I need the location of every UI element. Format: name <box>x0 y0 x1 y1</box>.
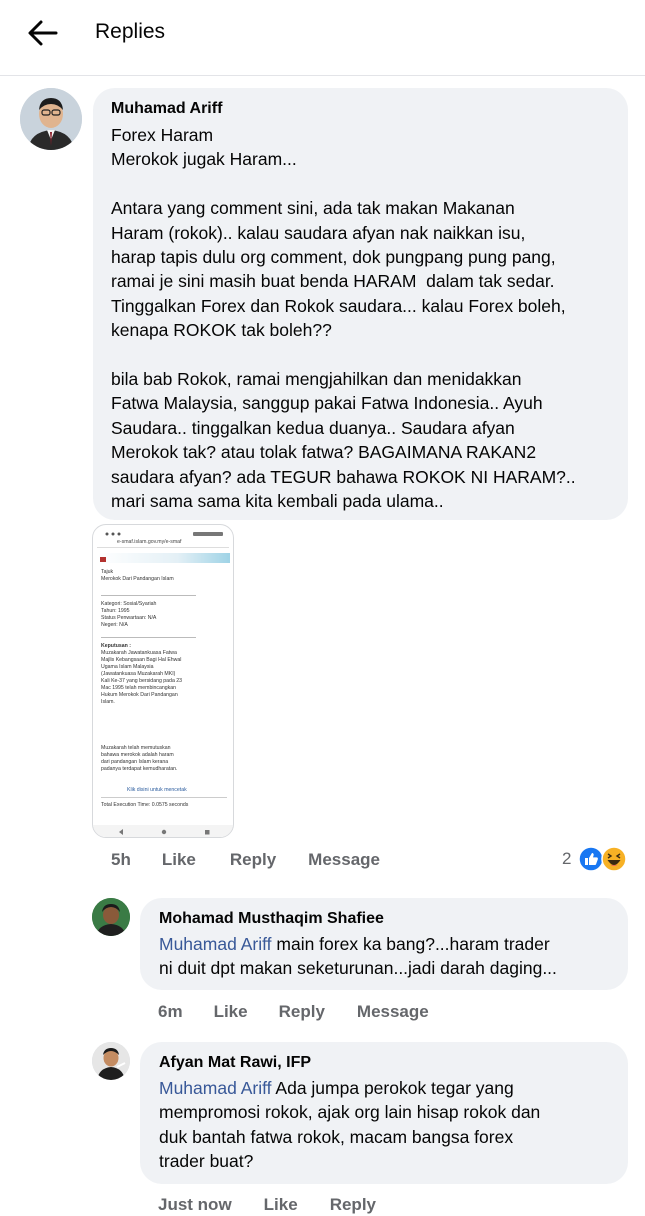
comment-line: Forex Haram <box>111 125 214 145</box>
keputusan-line: (Jawatankuasa Muzakarah MKI) <box>101 671 176 677</box>
reply-button[interactable]: Reply <box>230 850 276 870</box>
avatar[interactable] <box>20 88 82 150</box>
reply-author[interactable]: Afyan Mat Rawi, IFP <box>159 1053 610 1073</box>
reply-bubble: Mohamad Musthaqim Shafiee Muhamad Ariff … <box>140 898 628 990</box>
comment-line: Tinggalkan Forex dan Rokok saudara... ka… <box>111 295 566 316</box>
keputusan-line: Ugama Islam Malaysia <box>101 664 154 670</box>
back-button[interactable] <box>22 16 62 52</box>
reply-button[interactable]: Reply <box>330 1195 376 1215</box>
keputusan-line: Hukum Merokok Dari Pandangan <box>101 692 178 698</box>
like-button[interactable]: Like <box>162 850 196 870</box>
meta-line: Kategori: Sosial/Syariah <box>101 601 157 607</box>
message-button[interactable]: Message <box>308 850 380 870</box>
avatar[interactable] <box>92 898 130 936</box>
comment-time: 5h <box>111 850 131 869</box>
reply-button[interactable]: Reply <box>279 1002 325 1022</box>
url-text: e-smaf.islam.gov.my/e-smaf <box>117 539 182 545</box>
reaction-count: 2 <box>562 849 572 868</box>
comment-author[interactable]: Muhamad Ariff <box>111 99 611 119</box>
tajuk-label: Tajuk <box>101 569 114 575</box>
reply-text: Muhamad Ariff Ada jumpa perokok tegar ya… <box>159 1076 610 1174</box>
comment-bubble: Muhamad Ariff Forex Haram Merokok jugak … <box>93 88 628 520</box>
reply-line: mempromosi rokok, ajak org lain hisap ro… <box>159 1102 541 1123</box>
message-button[interactable]: Message <box>357 1002 429 1022</box>
comment-line: Merokok tak? atau tolak fatwa? BAGAIMANA… <box>111 442 537 463</box>
like-button[interactable]: Like <box>214 1002 248 1022</box>
site-logo-icon <box>100 557 106 562</box>
keputusan-line: Majlis Kebangsaan Bagi Hal Ehwal <box>101 657 182 663</box>
decision-line: padanya terdapat kemudharatan. <box>101 766 178 772</box>
browser-url-bar: e-smaf.islam.gov.my/e-smaf <box>97 537 229 548</box>
reply-time: 6m <box>158 1002 183 1021</box>
reply-actions: Just now Like Reply <box>158 1195 376 1215</box>
back-arrow-icon <box>28 20 58 46</box>
comment-line: Antara yang comment sini, ada tak makan … <box>111 198 515 219</box>
reply-line: main forex ka bang?...haram trader <box>271 934 550 954</box>
comment-line: Haram (rokok).. kalau saudara afyan nak … <box>111 222 526 243</box>
divider <box>101 595 196 596</box>
reply-text: Muhamad Ariff main forex ka bang?...hara… <box>159 932 610 981</box>
keputusan-line: Kali Ke-37 yang bersidang pada 23 <box>101 678 183 684</box>
meta-line: Tahun: 1995 <box>101 608 130 614</box>
comment-line: Fatwa Malaysia, sanggup pakai Fatwa Indo… <box>111 393 543 414</box>
decision-line: bahawa merokok adalah haram <box>101 752 174 758</box>
site-banner <box>98 553 230 563</box>
reply-line: duk bantah fatwa rokok, macam bangsa for… <box>159 1126 514 1147</box>
mention-link[interactable]: Muhamad Ariff <box>159 934 272 954</box>
meta-line: Negeri: N/A <box>101 622 128 628</box>
decision-line: Muzakarah telah memutuskan <box>101 745 171 751</box>
keputusan-line: Mac 1995 telah membincangkan <box>101 685 176 691</box>
comment-line: Merokok jugak Haram... <box>111 149 297 170</box>
comment-text: Forex Haram Merokok jugak Haram... Antar… <box>111 123 611 513</box>
app-header: Replies <box>0 0 645 76</box>
keputusan-label: Keputusan : <box>101 643 131 649</box>
mention-link[interactable]: Muhamad Ariff <box>159 1078 272 1098</box>
comment-line: Saudara.. tinggalkan kedua duanya.. Saud… <box>111 417 515 438</box>
keputusan-line: Islam. <box>101 699 115 705</box>
comment-line: saudara afyan? ada TEGUR bahawa ROKOK NI… <box>111 466 576 487</box>
reply-actions: 6m Like Reply Message <box>158 1002 429 1022</box>
phone-nav-bar <box>93 825 233 837</box>
avatar[interactable] <box>92 1042 130 1080</box>
comment-line: kenapa ROKOK tak boleh?? <box>111 320 332 341</box>
haha-reaction-icon <box>601 846 627 872</box>
comment-actions: 5h Like Reply Message <box>111 850 380 870</box>
keputusan-line: Muzakarah Jawatankuasa Fatwa <box>101 650 177 656</box>
comment-line: ramai je sini masih buat benda HARAM dal… <box>111 271 555 292</box>
reply-author[interactable]: Mohamad Musthaqim Shafiee <box>159 909 610 929</box>
reply-line: Ada jumpa perokok tegar yang <box>271 1078 514 1098</box>
exec-time: Total Execution Time: 0.0575 seconds <box>101 802 189 808</box>
comment-line: harap tapis dulu org comment, dok pungpa… <box>111 247 556 268</box>
tajuk-value: Merokok Dari Pandangan Islam <box>101 576 174 582</box>
comment-line: bila bab Rokok, ramai mengjahilkan dan m… <box>111 369 522 390</box>
comment-line: mari sama sama kita kembali pada ulama.. <box>111 491 444 512</box>
print-link: Klik disini untuk mencetak <box>127 787 187 793</box>
reply-bubble: Afyan Mat Rawi, IFP Muhamad Ariff Ada ju… <box>140 1042 628 1184</box>
decision-line: dari pandangan Islam kerana <box>101 759 169 765</box>
meta-line: Status Penwartaan: N/A <box>101 615 157 621</box>
attached-image[interactable]: e-smaf.islam.gov.my/e-smaf Tajuk Merokok… <box>92 524 234 838</box>
phone-status-bar <box>93 525 233 536</box>
reply-line: trader buat? <box>159 1151 254 1172</box>
page-title: Replies <box>95 20 166 43</box>
like-button[interactable]: Like <box>264 1195 298 1215</box>
divider <box>101 797 227 798</box>
divider <box>101 637 196 638</box>
reply-line: ni duit dpt makan seketurunan...jadi dar… <box>159 958 557 979</box>
reply-time: Just now <box>158 1195 232 1214</box>
